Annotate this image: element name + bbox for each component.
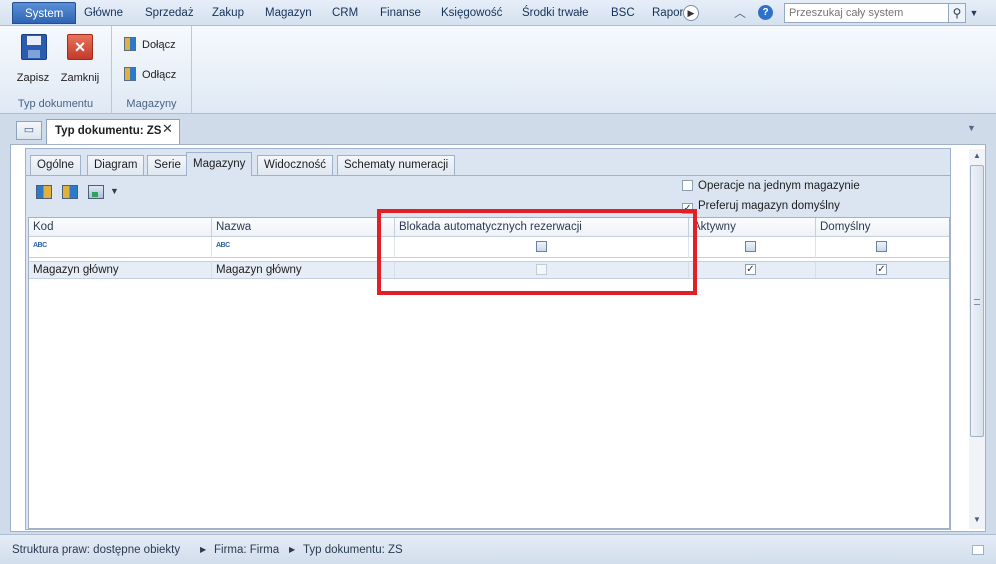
checkbox-icon [682, 180, 693, 191]
tab-ogolne[interactable]: Ogólne [30, 155, 82, 175]
column-header-kod[interactable]: Kod [29, 218, 212, 237]
menu-zakup[interactable]: Zakup [212, 4, 244, 22]
tabs-dropdown-icon[interactable]: ▼ [967, 123, 976, 133]
ribbon-group-label: Magazyny [126, 98, 177, 110]
attach-icon [124, 37, 136, 51]
menu-raporty[interactable]: Rapor [652, 4, 684, 22]
search-input[interactable] [785, 4, 945, 22]
detach-icon [124, 67, 136, 81]
menu-magazyn[interactable]: Magazyn [265, 4, 312, 22]
search-options-icon[interactable]: ▼ [967, 3, 981, 23]
document-tab[interactable]: Typ dokumentu: ZS [46, 119, 180, 144]
menu-system[interactable]: System [12, 2, 77, 24]
menu-sprzedaz[interactable]: Sprzedaż [145, 4, 194, 22]
cell-domyslny[interactable]: ✓ [816, 262, 949, 278]
save-icon [21, 34, 47, 60]
ribbon-group-label: Typ dokumentu [17, 98, 94, 110]
menu-bsc[interactable]: BSC [611, 4, 635, 22]
help-icon[interactable]: ? [758, 5, 773, 20]
checked-checkbox-icon[interactable]: ✓ [745, 264, 756, 275]
column-header-domyslny[interactable]: Domyślny [816, 218, 949, 237]
tab-diagram[interactable]: Diagram [87, 155, 145, 175]
scroll-down-icon[interactable]: ▼ [969, 513, 985, 527]
menu-finanse[interactable]: Finanse [380, 4, 421, 22]
scroll-up-icon[interactable]: ▲ [969, 149, 985, 163]
prefer-default-checkbox[interactable]: ✓ Preferuj magazyn domyślny [682, 200, 840, 214]
tab-schematy-numeracji[interactable]: Schematy numeracji [337, 155, 456, 175]
text-filter-icon: ABC [216, 242, 230, 249]
menu-ksiegowosc[interactable]: Księgowość [441, 4, 502, 22]
detach-label: Odłącz [142, 69, 177, 81]
scroll-thumb[interactable] [970, 165, 984, 437]
filter-checkbox-icon [876, 241, 887, 252]
search-box [784, 3, 966, 23]
ribbon-group-warehouses: Dołącz Odłącz Magazyny [112, 26, 192, 114]
ribbon-group-document-type: Zapisz × Zamknij Typ dokumentu [0, 26, 112, 114]
detach-button[interactable]: Odłącz [124, 66, 176, 84]
close-label: Zamknij [60, 72, 100, 84]
filter-kod[interactable]: ABC [29, 237, 212, 258]
filter-nazwa[interactable]: ABC [212, 237, 395, 258]
close-button[interactable]: × Zamknij [58, 32, 102, 88]
checked-checkbox-icon[interactable]: ✓ [876, 264, 887, 275]
highlight-box [377, 209, 697, 295]
search-icon[interactable]: ⚲ [948, 3, 966, 23]
document-tab-title: Typ dokumentu: ZS [55, 125, 162, 137]
cell-kod[interactable]: Magazyn główny [29, 262, 212, 278]
filter-aktywny[interactable] [689, 237, 816, 258]
column-header-nazwa[interactable]: Nazwa [212, 218, 395, 237]
close-icon: × [67, 34, 93, 60]
save-button[interactable]: Zapisz [11, 32, 55, 88]
filter-checkbox-icon [745, 241, 756, 252]
text-filter-icon: ABC [33, 242, 47, 249]
attach-label: Dołącz [142, 39, 176, 51]
breadcrumb-rights[interactable]: Struktura praw: dostępne obiekty [12, 544, 180, 556]
breadcrumb-document-type[interactable]: Typ dokumentu: ZS [303, 544, 403, 556]
desktop-icon[interactable]: ▭ [16, 121, 42, 140]
detach-warehouse-icon[interactable] [62, 185, 78, 199]
tab-container: Ogólne Diagram Serie Magazyny Widoczność… [25, 148, 951, 530]
filter-domyslny[interactable] [816, 237, 949, 258]
document-tab-bar: ▭ Typ dokumentu: ZS ✕ ▼ [0, 115, 996, 144]
breadcrumb-separator-icon: ▶ [200, 545, 207, 554]
save-label: Zapisz [16, 72, 50, 84]
grip-icon [974, 299, 980, 305]
ribbon: Zapisz × Zamknij Typ dokumentu Dołącz Od… [0, 26, 996, 114]
tab-widocznosc[interactable]: Widoczność [257, 155, 333, 175]
attach-warehouse-icon[interactable] [36, 185, 52, 199]
prefer-default-label: Preferuj magazyn domyślny [698, 200, 840, 212]
cell-nazwa[interactable]: Magazyn główny [212, 262, 395, 278]
document-panel: Ogólne Diagram Serie Magazyny Widoczność… [10, 144, 986, 532]
cell-aktywny[interactable]: ✓ [689, 262, 816, 278]
close-tab-icon[interactable]: ✕ [162, 119, 176, 139]
chevron-down-icon[interactable]: ▼ [110, 186, 119, 196]
menu-scroll-right-icon[interactable]: ▶ [683, 5, 699, 21]
main-menu-bar: System Główne Sprzedaż Zakup Magazyn CRM… [0, 0, 996, 26]
menu-crm[interactable]: CRM [332, 4, 358, 22]
window-resize-icon[interactable] [972, 545, 984, 555]
tab-divider [26, 175, 950, 176]
breadcrumb-company[interactable]: Firma: Firma [214, 544, 279, 556]
attach-button[interactable]: Dołącz [124, 36, 176, 54]
tab-magazyny[interactable]: Magazyny [186, 152, 253, 176]
status-bar: Struktura praw: dostępne obiekty ▶ Firma… [0, 534, 996, 564]
column-header-aktywny[interactable]: Aktywny [689, 218, 816, 237]
tab-serie[interactable]: Serie [147, 155, 188, 175]
menu-glowne[interactable]: Główne [84, 4, 123, 22]
vertical-scrollbar[interactable]: ▲ ▼ [969, 149, 985, 529]
single-warehouse-checkbox[interactable]: Operacje na jednym magazynie [682, 180, 860, 192]
single-warehouse-label: Operacje na jednym magazynie [698, 180, 860, 192]
menu-srodki-trwale[interactable]: Środki trwałe [522, 4, 588, 22]
grid-export-icon[interactable] [88, 185, 104, 199]
breadcrumb-separator-icon: ▶ [289, 545, 296, 554]
collapse-ribbon-icon[interactable]: ︿ [731, 4, 749, 22]
